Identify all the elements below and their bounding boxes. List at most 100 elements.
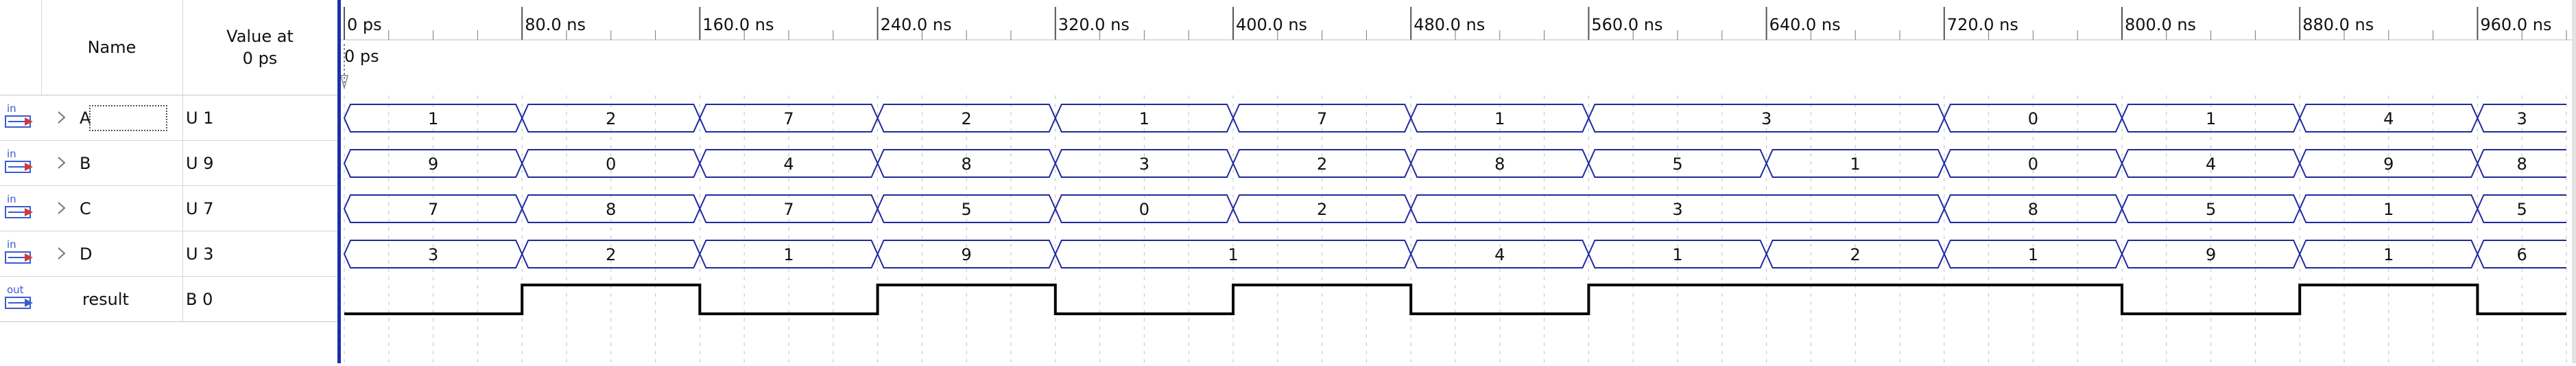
svg-text:in: in bbox=[7, 238, 16, 251]
bus-value-label: 2 bbox=[1317, 200, 1327, 219]
bus-value-label: 0 bbox=[2028, 109, 2038, 128]
waveform-area[interactable]: 0 ps 80.0 ns 160.0 ns 240.0 ns 320.0 ns 400.0… bbox=[337, 0, 2576, 363]
bus-value-label: 9 bbox=[428, 155, 438, 174]
input-pin-icon: in bbox=[5, 238, 33, 264]
bus-value-label: 4 bbox=[783, 155, 794, 174]
svg-text:in: in bbox=[7, 193, 16, 205]
waveform-c[interactable]: 7 8 7 5 0 2 3 8 5 1 5 bbox=[343, 194, 2566, 223]
bus-value-label: 0 bbox=[2028, 155, 2038, 174]
signal-list-header: Name Value at 0 ps bbox=[0, 0, 337, 95]
bus-value-label: 5 bbox=[962, 200, 972, 219]
chevron-right-icon[interactable] bbox=[55, 245, 69, 262]
bus-value-label: 1 bbox=[1672, 245, 1682, 264]
svg-text:out: out bbox=[7, 284, 24, 296]
time-cursor[interactable]: 0 ps bbox=[340, 44, 379, 90]
signal-row-c[interactable]: in C U 7 bbox=[0, 186, 337, 231]
chevron-right-icon[interactable] bbox=[55, 109, 69, 126]
signal-value: U 9 bbox=[182, 141, 338, 186]
signal-name: A bbox=[80, 95, 177, 141]
bus-value-label: 4 bbox=[2383, 109, 2394, 128]
chevron-right-icon[interactable] bbox=[55, 200, 69, 216]
waveform-result[interactable] bbox=[344, 284, 2566, 315]
bus-value-label: 4 bbox=[1494, 245, 1505, 264]
bus-value-label: 2 bbox=[606, 245, 616, 264]
waveform-canvas[interactable]: 0 ps 80.0 ns 160.0 ns 240.0 ns 320.0 ns 400.0… bbox=[337, 0, 2576, 363]
bus-value-label: 9 bbox=[2206, 245, 2216, 264]
bus-value-label: 4 bbox=[2206, 155, 2216, 174]
bus-value-label: 3 bbox=[2517, 109, 2527, 128]
time-grid bbox=[344, 95, 2567, 363]
signal-value: U 1 bbox=[182, 95, 338, 141]
header-icon-column bbox=[0, 0, 42, 95]
bus-value-label: 0 bbox=[606, 155, 616, 174]
bus-value-label: 3 bbox=[1672, 200, 1682, 219]
bus-value-label: 2 bbox=[606, 109, 616, 128]
bus-value-label: 1 bbox=[2383, 200, 2394, 219]
waveform-a[interactable]: 127217130143 bbox=[343, 104, 2566, 133]
signal-row-b[interactable]: in B U 9 bbox=[0, 141, 337, 186]
time-axis: 0 ps 80.0 ns 160.0 ns 240.0 ns 320.0 ns 400.0… bbox=[337, 7, 2572, 41]
tick-label: 480.0 ns bbox=[1414, 15, 1485, 34]
tick-label: 240.0 ns bbox=[881, 15, 952, 34]
tick-label: 880.0 ns bbox=[2302, 15, 2374, 34]
bus-value-label: 2 bbox=[962, 109, 972, 128]
signal-name: B bbox=[80, 154, 91, 173]
bus-value-label: 9 bbox=[962, 245, 972, 264]
bus-value-label: 1 bbox=[783, 245, 794, 264]
name-column-label: Name bbox=[87, 38, 136, 57]
bus-value-label: 1 bbox=[2206, 109, 2216, 128]
bus-value-label: 3 bbox=[428, 245, 438, 264]
bit-trace bbox=[344, 284, 2566, 315]
output-pin-icon: out bbox=[5, 284, 33, 309]
tick-label: 400.0 ns bbox=[1236, 15, 1307, 34]
value-column-header[interactable]: Value at 0 ps bbox=[182, 0, 337, 95]
bus-value-label: 5 bbox=[2517, 200, 2527, 219]
bus-value-label: 1 bbox=[428, 109, 438, 128]
vertical-scrollbar[interactable] bbox=[2572, 0, 2576, 363]
svg-text:in: in bbox=[7, 148, 16, 160]
chevron-right-icon[interactable] bbox=[55, 155, 69, 171]
bus-value-label: 8 bbox=[2517, 155, 2527, 174]
signal-row-d[interactable]: in D U 3 bbox=[0, 231, 337, 277]
tick-label: 320.0 ns bbox=[1058, 15, 1130, 34]
value-column-label-line2: 0 ps bbox=[242, 49, 278, 68]
signal-value: U 3 bbox=[182, 231, 338, 277]
cursor-time-label: 0 ps bbox=[344, 47, 379, 66]
tick-label: 960.0 ns bbox=[2480, 15, 2551, 34]
bus-value-label: 1 bbox=[1850, 155, 1861, 174]
bus-value-label: 7 bbox=[783, 200, 794, 219]
signal-row-a[interactable]: in A U 1 bbox=[0, 95, 337, 141]
bus-value-label: 8 bbox=[962, 155, 972, 174]
value-column-label: Value at 0 ps bbox=[226, 25, 294, 69]
bus-value-label: 7 bbox=[1317, 109, 1327, 128]
tick-label: 560.0 ns bbox=[1591, 15, 1662, 34]
bus-value-label: 2 bbox=[1850, 245, 1861, 264]
bus-value-label: 3 bbox=[1139, 155, 1149, 174]
signal-name: result bbox=[82, 290, 129, 309]
bus-value-label: 7 bbox=[428, 200, 438, 219]
bus-value-label: 5 bbox=[1672, 155, 1682, 174]
bus-value-label: 8 bbox=[1494, 155, 1505, 174]
bus-value-label: 3 bbox=[1761, 109, 1772, 128]
bus-value-label: 7 bbox=[783, 109, 794, 128]
tick-label: 720.0 ns bbox=[1947, 15, 2018, 34]
signal-list-panel: Name Value at 0 ps in A U 1 in B U 9 in … bbox=[0, 0, 338, 363]
name-column-header[interactable]: Name bbox=[41, 0, 183, 95]
signal-row-result[interactable]: out result B 0 bbox=[0, 277, 337, 322]
tick-label: 640.0 ns bbox=[1769, 15, 1841, 34]
input-pin-icon: in bbox=[5, 193, 33, 218]
value-column-label-line1: Value at bbox=[226, 27, 294, 46]
bus-value-label: 8 bbox=[606, 200, 616, 219]
input-pin-icon: in bbox=[5, 148, 33, 173]
bus-value-label: 1 bbox=[1494, 109, 1505, 128]
bus-value-label: 1 bbox=[1228, 245, 1238, 264]
signal-name: D bbox=[80, 244, 93, 264]
tick-label: 80.0 ns bbox=[525, 15, 586, 34]
signal-value: B 0 bbox=[182, 277, 338, 322]
bus-value-label: 5 bbox=[2206, 200, 2216, 219]
waveforms: 1 2 7 2 1 7 1 3 0 1 4 39 0 4 8 3 2 8 5 1 0 4 9 87 8 7 5 0 2 3 8 5 1 53 2 1 9… bbox=[343, 104, 2566, 315]
bus-value-label: 9 bbox=[2383, 155, 2394, 174]
tick-label: 800.0 ns bbox=[2125, 15, 2196, 34]
tick-label: 0 ps bbox=[347, 15, 382, 34]
tick-label: 160.0 ns bbox=[702, 15, 774, 34]
